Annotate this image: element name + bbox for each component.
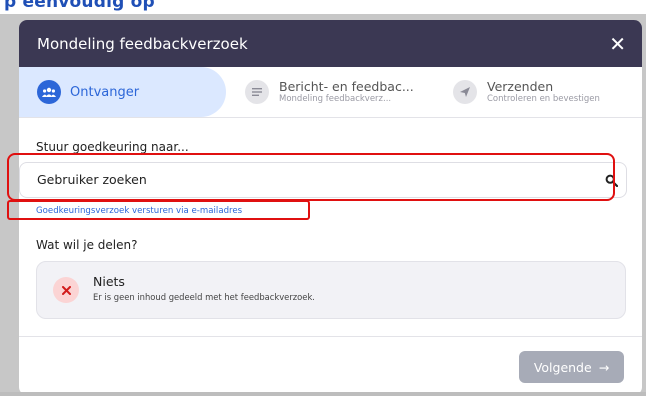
step-message-sub: Mondeling feedbackverz... bbox=[279, 93, 392, 104]
email-approval-link[interactable]: Goedkeuringsverzoek versturen via e-mail… bbox=[36, 206, 242, 216]
step-send-label: Verzenden bbox=[487, 78, 554, 94]
step-message-label: Bericht- en feedbac... bbox=[279, 78, 414, 94]
close-icon bbox=[53, 277, 79, 303]
next-button-label: Volgende bbox=[533, 359, 592, 375]
users-icon bbox=[37, 80, 61, 104]
send-approval-label: Stuur goedkeuring naar... bbox=[36, 140, 189, 154]
document-icon bbox=[245, 80, 269, 104]
feedback-request-dialog: Mondeling feedbackverzoek ✕ Ontvanger Be… bbox=[19, 20, 642, 395]
step-send-sub: Controleren en bevestigen bbox=[487, 93, 600, 104]
search-icon[interactable] bbox=[605, 172, 619, 191]
dialog-header: Mondeling feedbackverzoek ✕ bbox=[19, 20, 642, 67]
dialog-footer: Volgende → bbox=[19, 336, 642, 383]
close-icon[interactable]: ✕ bbox=[609, 34, 626, 54]
user-search-field[interactable]: Gebruiker zoeken bbox=[19, 162, 627, 198]
step-message-feedback[interactable]: Bericht- en feedbac... Mondeling feedbac… bbox=[245, 67, 414, 117]
step-send[interactable]: Verzenden Controleren en bevestigen bbox=[453, 67, 600, 117]
stepper: Ontvanger Bericht- en feedbac... Mondeli… bbox=[19, 67, 642, 118]
step-recipient-label: Ontvanger bbox=[70, 84, 140, 100]
option-description: Er is geen inhoud gedeeld met het feedba… bbox=[93, 292, 315, 302]
arrow-right-icon: → bbox=[598, 359, 610, 375]
bottom-shadow bbox=[0, 392, 646, 396]
send-icon bbox=[453, 80, 477, 104]
next-button[interactable]: Volgende → bbox=[519, 351, 624, 383]
partial-heading-text: p eenvoudig op bbox=[4, 0, 155, 12]
share-option-nothing[interactable]: Niets Er is geen inhoud gedeeld met het … bbox=[36, 261, 626, 319]
step-recipient[interactable]: Ontvanger bbox=[37, 67, 139, 117]
dialog-title: Mondeling feedbackverzoek bbox=[37, 34, 248, 53]
option-title: Niets bbox=[93, 274, 125, 289]
search-input[interactable]: Gebruiker zoeken bbox=[37, 172, 147, 187]
share-label: Wat wil je delen? bbox=[36, 238, 138, 252]
